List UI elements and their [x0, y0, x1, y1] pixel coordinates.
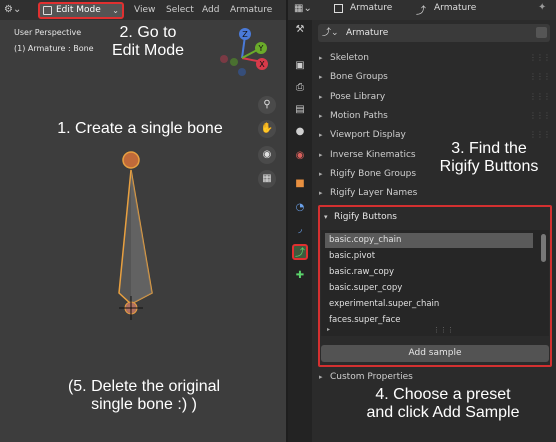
sample-item[interactable]: basic.raw_copy [325, 265, 533, 280]
panel-bone-groups[interactable]: ▸ Bone Groups ⋮⋮⋮ [316, 68, 552, 86]
chevron-down-icon: ⌄ [112, 6, 119, 15]
panel-motion-paths[interactable]: ▸ Motion Paths ⋮⋮⋮ [316, 107, 552, 125]
sample-item-selected[interactable]: basic.copy_chain [325, 233, 533, 248]
tab-scene[interactable]: ● [292, 124, 308, 140]
3d-viewport[interactable]: ⚙⌄ Edit Mode ⌄ View Select Add Armature … [0, 0, 286, 442]
annotation-step-1: 1. Create a single bone [57, 120, 223, 137]
pin-toggle-icon[interactable]: ✦ [538, 2, 546, 13]
camera-icon[interactable]: ◉ [258, 146, 276, 164]
expand-arrow-icon: ▸ [319, 112, 323, 120]
expand-arrow-icon: ▸ [319, 170, 323, 178]
gizmo-x-label: X [259, 60, 265, 69]
annotation-step-4: 4. Choose a preset and click Add Sample [366, 386, 520, 422]
expand-arrow-icon: ▸ [319, 131, 323, 139]
menu-select[interactable]: Select [162, 2, 198, 18]
armature-bone[interactable] [100, 148, 170, 328]
panel-pose-library[interactable]: ▸ Pose Library ⋮⋮⋮ [316, 88, 552, 106]
list-expand-arrow-icon[interactable]: ▸ [327, 326, 330, 333]
tab-view-layer[interactable]: ▤ [292, 102, 308, 118]
navigation-gizmo[interactable]: Z X Y [214, 26, 274, 84]
gizmo-z-label: Z [242, 30, 248, 39]
header-object-label: Armature [434, 3, 477, 13]
properties-search-field[interactable]: ⤴⌄ Armature [318, 24, 550, 42]
list-scrollbar[interactable] [541, 234, 546, 262]
properties-tab-bar: ⚒ ▣ ⎙ ▤ ● ◉ ■ ◔ ◞ ⤴ ✚ [288, 20, 312, 442]
annotation-step-3: 3. Find the Rigify Buttons [439, 140, 539, 176]
view-perspective-label: User Perspective [14, 28, 82, 37]
sample-item[interactable]: basic.pivot [325, 249, 533, 264]
mode-select-dropdown[interactable]: Edit Mode ⌄ [38, 2, 124, 19]
sample-item[interactable]: basic.super_copy [325, 281, 533, 296]
panel-custom-properties[interactable]: ▸ Custom Properties [316, 368, 552, 386]
list-resize-grip-icon[interactable]: ⋮⋮⋮ [433, 326, 454, 334]
expand-arrow-icon: ▸ [319, 151, 323, 159]
editor-type-button[interactable]: ⚙⌄ [4, 2, 32, 18]
sample-item[interactable]: faces.super_face [325, 313, 533, 328]
expand-arrow-icon: ▸ [319, 189, 323, 197]
tab-render[interactable]: ▣ [292, 58, 308, 74]
edit-mode-icon [43, 6, 52, 15]
expand-arrow-icon: ▸ [319, 93, 323, 101]
menu-armature[interactable]: Armature [226, 2, 276, 18]
tab-constraints[interactable]: ◞ [292, 222, 308, 238]
rigify-buttons-header[interactable]: ▾ Rigify Buttons [322, 209, 548, 225]
tab-bone[interactable]: ✚ [292, 268, 308, 284]
annotation-step-2: 2. Go to Edit Mode [111, 24, 185, 60]
drag-handle-icon[interactable]: ⋮⋮⋮ [529, 107, 551, 125]
tab-world[interactable]: ◉ [292, 148, 308, 164]
menu-add[interactable]: Add [198, 2, 223, 18]
header-context-label: Armature [350, 3, 393, 13]
grid-icon[interactable]: ▦ [258, 170, 276, 188]
tab-physics[interactable]: ◔ [292, 200, 308, 216]
sample-list[interactable]: basic.copy_chain basic.pivot basic.raw_c… [321, 230, 549, 336]
pin-icon[interactable] [334, 4, 343, 13]
panel-rigify-layer-names[interactable]: ▸ Rigify Layer Names [316, 184, 552, 202]
tab-armature-data[interactable]: ⤴ [292, 244, 308, 260]
gizmo-y-label: Y [258, 44, 264, 53]
drag-handle-icon[interactable]: ⋮⋮⋮ [529, 88, 551, 106]
search-value: Armature [346, 28, 389, 38]
tab-object[interactable]: ■ [292, 176, 308, 192]
active-object-label: (1) Armature : Bone [14, 44, 94, 53]
annotation-step-5: (5. Delete the original single bone :) ) [67, 378, 221, 414]
expand-arrow-icon: ▸ [319, 54, 323, 62]
drag-handle-icon[interactable]: ⋮⋮⋮ [529, 49, 551, 67]
armature-icon: ⤴⌄ [322, 28, 339, 38]
add-sample-button[interactable]: Add sample [321, 345, 549, 362]
panel-skeleton[interactable]: ▸ Skeleton ⋮⋮⋮ [316, 49, 552, 67]
expand-arrow-icon: ▸ [319, 73, 323, 81]
tab-tool[interactable]: ⚒ [292, 22, 308, 38]
viewport-header: ⚙⌄ Edit Mode ⌄ View Select Add Armature [0, 0, 286, 20]
collapse-arrow-icon: ▾ [324, 213, 328, 221]
menu-view[interactable]: View [130, 2, 159, 18]
pan-hand-icon[interactable]: ✋ [258, 120, 276, 138]
zoom-icon[interactable]: ⚲ [258, 96, 276, 114]
properties-header: ▦⌄ Armature ⤴ Armature ✦ [288, 0, 556, 20]
sample-item[interactable]: experimental.super_chain [325, 297, 533, 312]
expand-arrow-icon: ▸ [319, 373, 323, 381]
mode-select-label: Edit Mode [56, 5, 101, 15]
armature-icon: ⤴ [416, 6, 426, 17]
tab-output[interactable]: ⎙ [292, 80, 308, 96]
shield-icon[interactable] [536, 27, 547, 38]
editor-type-icon[interactable]: ▦⌄ [294, 3, 312, 14]
drag-handle-icon[interactable]: ⋮⋮⋮ [529, 68, 551, 86]
